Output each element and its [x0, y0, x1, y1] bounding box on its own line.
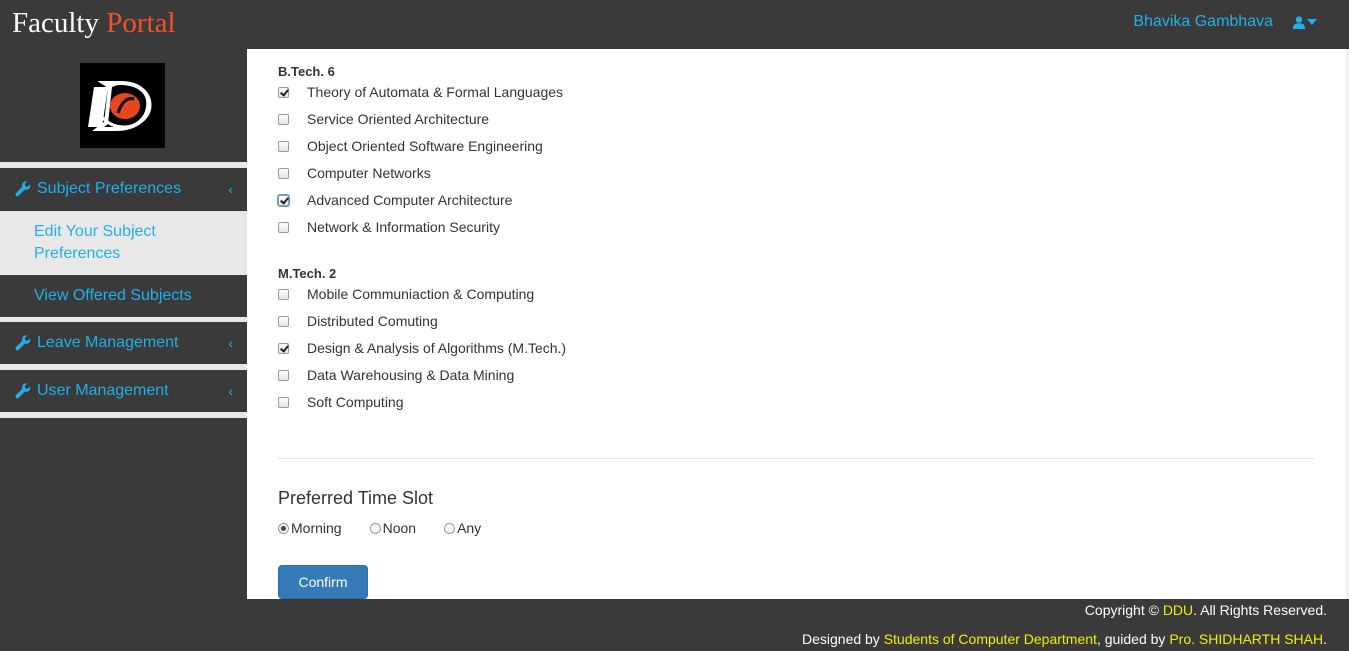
subnav-edit-subject-preferences-label: Edit Your Subject Preferences [34, 223, 156, 262]
footer-credits: Designed by Students of Computer Departm… [802, 631, 1327, 647]
chevron-left-icon: ‹ [228, 181, 233, 197]
section-divider [278, 458, 1315, 459]
subject-label: Service Oriented Architecture [307, 111, 490, 127]
group-title-mtech: M.Tech. 2 [278, 266, 337, 281]
subject-option[interactable]: Design & Analysis of Algorithms (M.Tech.… [278, 338, 566, 358]
subject-checkbox[interactable] [277, 193, 290, 207]
footer: Copyright © DDU. All Rights Reserved. De… [0, 599, 1349, 651]
time-slot-label: Morning [291, 520, 342, 536]
subject-checkbox[interactable] [278, 315, 289, 327]
subject-checkbox[interactable] [278, 140, 289, 152]
time-slot-radio[interactable] [444, 522, 456, 534]
sidebar: Subject Preferences ‹ Edit Your Subject … [0, 49, 247, 599]
wrench-icon [15, 383, 31, 399]
confirm-button[interactable]: Confirm [278, 565, 368, 599]
footer-copyright: Copyright © DDU. All Rights Reserved. [1085, 602, 1327, 618]
subject-option[interactable]: Data Warehousing & Data Mining [278, 365, 514, 385]
time-slot-option[interactable]: Any [444, 520, 481, 536]
footer-link-guide[interactable]: Pro. SHIDHARTH SHAH [1169, 631, 1323, 647]
user-menu[interactable]: Bhavika Gambhava [1133, 13, 1317, 31]
subject-option[interactable]: Advanced Computer Architecture [277, 190, 513, 210]
subject-label: Advanced Computer Architecture [307, 192, 513, 208]
nav-leave-management-label: Leave Management [37, 334, 179, 351]
nav-subject-preferences-label: Subject Preferences [37, 180, 182, 197]
nav-user-management-label: User Management [37, 382, 169, 399]
copyright-prefix: Copyright © [1084, 602, 1159, 618]
group-title-btech: B.Tech. 6 [278, 64, 335, 79]
ddu-logo [80, 63, 165, 148]
time-slot-option[interactable]: Noon [369, 520, 417, 536]
subject-option[interactable]: Mobile Communiaction & Computing [278, 284, 534, 304]
chevron-left-icon: ‹ [228, 383, 233, 399]
user-icon [1293, 15, 1305, 29]
nav-user-management[interactable]: User Management ‹ [0, 370, 247, 412]
subject-option[interactable]: Soft Computing [278, 392, 404, 412]
subject-label: Data Warehousing & Data Mining [307, 367, 515, 383]
top-navbar: Faculty Portal Bhavika Gambhava [0, 0, 1349, 49]
subject-checkbox[interactable] [278, 369, 289, 381]
footer-link-ddu[interactable]: DDU [1163, 602, 1193, 618]
credits-end: . [1323, 631, 1327, 647]
subnav-view-offered-subjects-label: View Offered Subjects [34, 287, 192, 304]
subject-option[interactable]: Distributed Comuting [278, 311, 438, 331]
subject-checkbox[interactable] [278, 288, 289, 300]
subject-label: Distributed Comuting [307, 313, 438, 329]
subject-option[interactable]: Theory of Automata & Formal Languages [278, 82, 563, 102]
subject-label: Soft Computing [307, 394, 404, 410]
main-content: B.Tech. 6 Theory of Automata & Formal La… [247, 49, 1346, 599]
subject-option[interactable]: Service Oriented Architecture [278, 109, 489, 129]
subject-label: Design & Analysis of Algorithms (M.Tech.… [307, 340, 567, 356]
subject-label: Network & Information Security [307, 219, 500, 235]
subject-checkbox[interactable] [278, 342, 289, 354]
user-name[interactable]: Bhavika Gambhava [1133, 13, 1273, 31]
subnav-view-offered-subjects[interactable]: View Offered Subjects [0, 275, 247, 317]
sidebar-divider [0, 412, 247, 418]
brand-title[interactable]: Faculty Portal [12, 6, 176, 40]
designed-by-text: Designed by [801, 631, 884, 647]
time-slot-radio[interactable] [278, 522, 289, 534]
user-dropdown-toggle[interactable] [1293, 15, 1317, 29]
time-slot-label: Any [457, 520, 482, 536]
wrench-icon [15, 335, 31, 351]
subnav-edit-subject-preferences[interactable]: Edit Your Subject Preferences [0, 211, 247, 275]
subject-checkbox[interactable] [278, 86, 289, 98]
subject-option[interactable]: Object Oriented Software Engineering [278, 136, 543, 156]
caret-down-icon [1307, 19, 1317, 25]
brand-part-portal: Portal [106, 7, 176, 39]
subject-label: Object Oriented Software Engineering [307, 138, 543, 154]
nav-leave-management[interactable]: Leave Management ‹ [0, 322, 247, 364]
copyright-rights: . All Rights Reserved. [1193, 602, 1327, 618]
time-slot-label: Noon [382, 520, 417, 536]
subject-label: Mobile Communiaction & Computing [307, 286, 535, 302]
subject-checkbox[interactable] [278, 167, 289, 179]
time-slot-radio[interactable] [369, 522, 381, 534]
subject-checkbox[interactable] [278, 396, 289, 408]
time-slot-radio-group: Morning Noon Any [278, 520, 509, 536]
chevron-left-icon: ‹ [228, 335, 233, 351]
time-slot-title: Preferred Time Slot [278, 488, 434, 508]
nav-subject-preferences[interactable]: Subject Preferences ‹ [0, 168, 247, 210]
brand-part-faculty: Faculty [12, 7, 107, 39]
footer-link-students[interactable]: Students of Computer Department [884, 631, 1097, 647]
time-slot-option[interactable]: Morning [278, 520, 342, 536]
subject-label: Computer Networks [307, 165, 431, 181]
subject-label: Theory of Automata & Formal Languages [307, 84, 564, 100]
subject-option[interactable]: Network & Information Security [278, 217, 500, 237]
wrench-icon [15, 181, 31, 197]
subject-checkbox[interactable] [278, 113, 289, 125]
subject-checkbox[interactable] [278, 221, 289, 233]
guided-by-text: , guided by [1096, 631, 1170, 647]
subject-option[interactable]: Computer Networks [278, 163, 431, 183]
